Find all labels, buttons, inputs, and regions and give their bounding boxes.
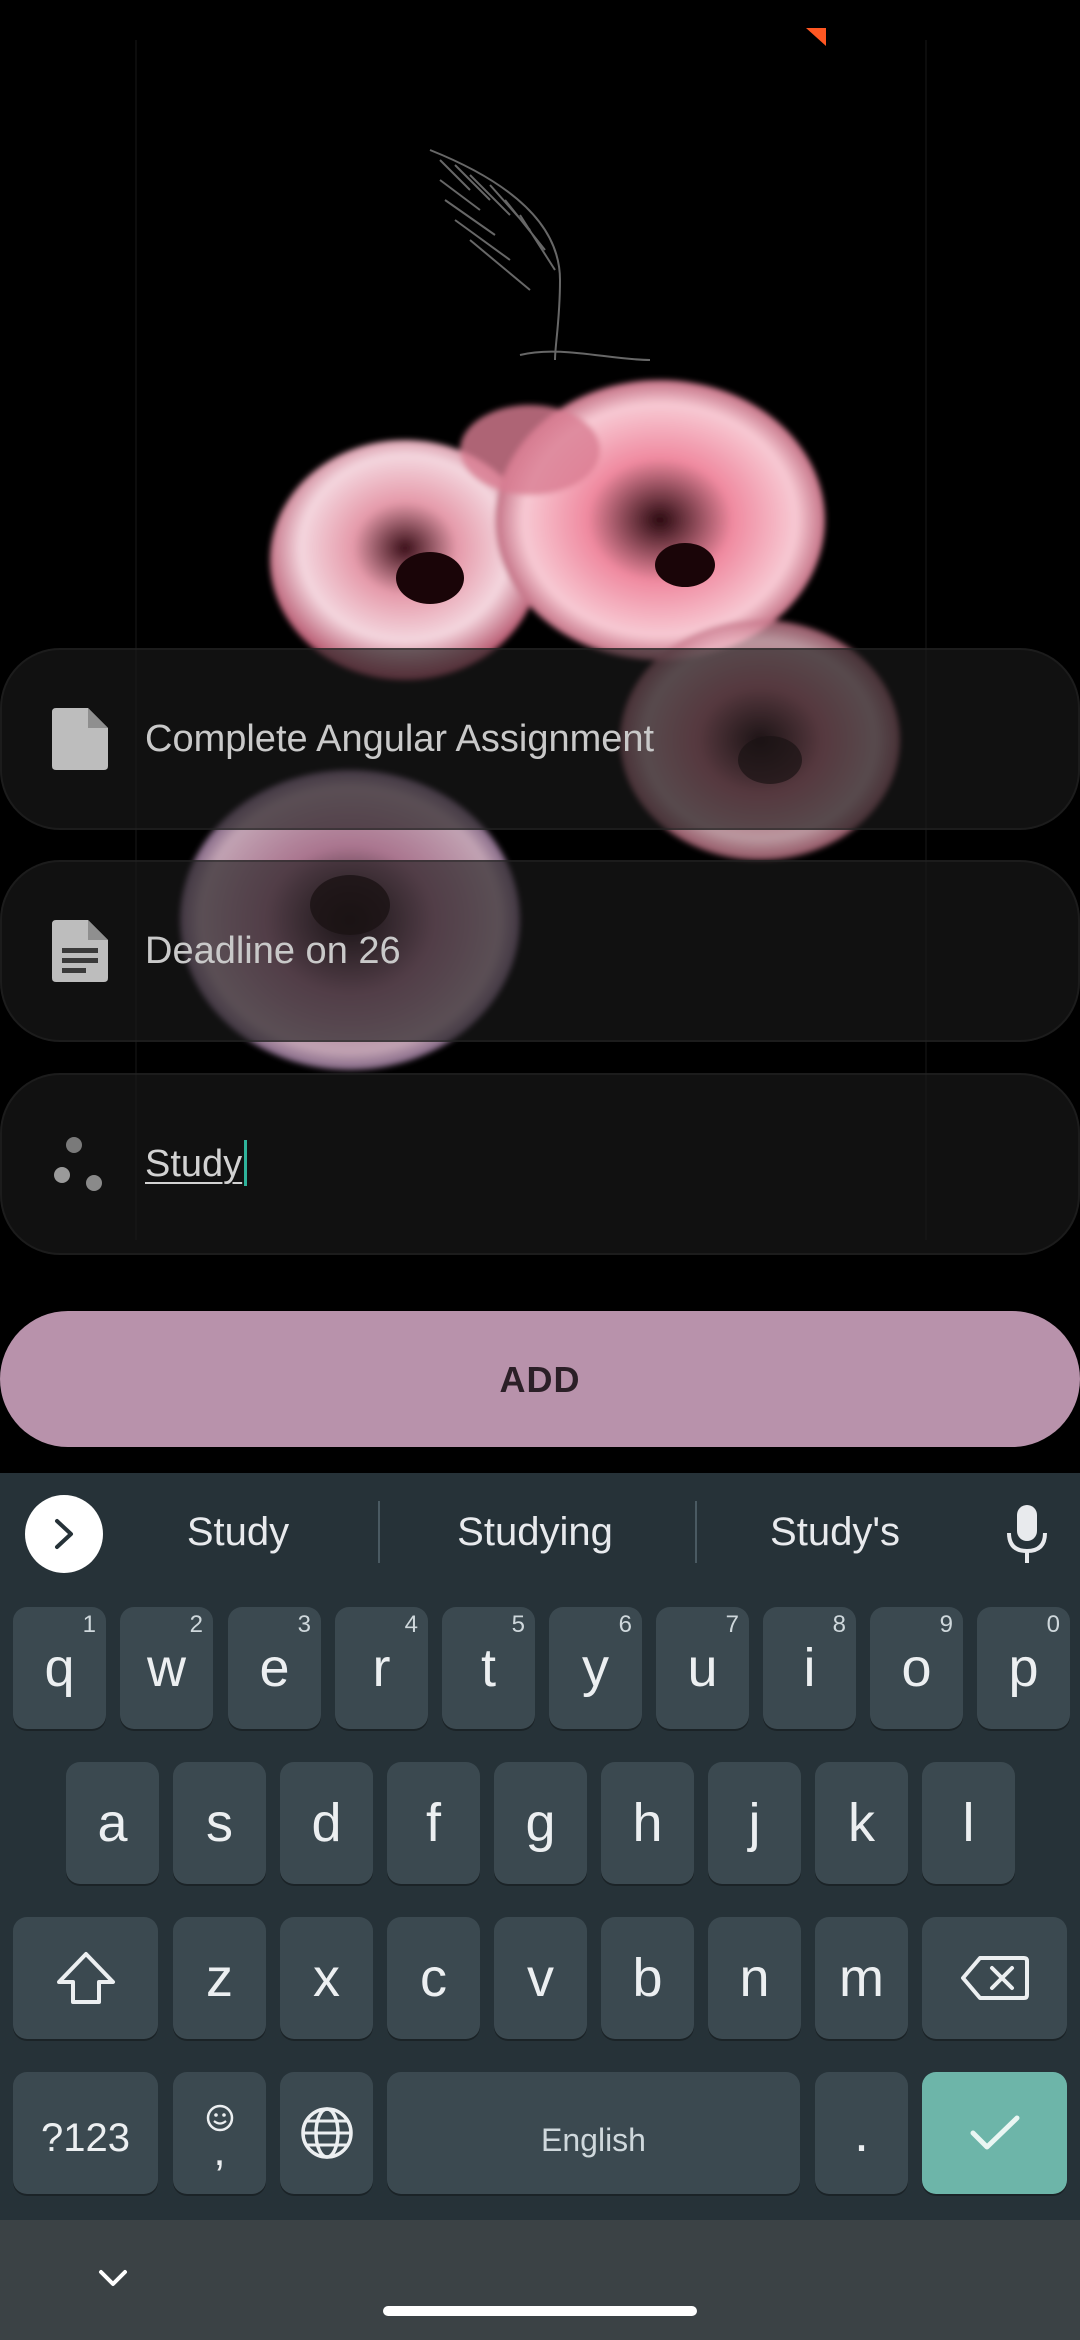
notification-indicator-icon: [806, 28, 826, 46]
add-button[interactable]: ADD: [0, 1311, 1080, 1447]
task-title-value: Complete Angular Assignment: [145, 718, 655, 760]
hide-keyboard-chevron-icon[interactable]: [96, 2250, 130, 2310]
task-category-value: Study: [145, 1143, 243, 1185]
key-k[interactable]: k: [815, 1762, 908, 1884]
toolbar-expand-button[interactable]: [25, 1495, 103, 1573]
space-key[interactable]: English: [387, 2072, 800, 2194]
task-category-input[interactable]: Study: [145, 1073, 248, 1255]
suggestion-bar: Study Studying Study's: [0, 1473, 1080, 1591]
soft-keyboard: Study Studying Study's q1 w2 e3 r4 t5 y6…: [0, 1473, 1080, 2220]
symbols-key[interactable]: ?123: [13, 2072, 158, 2194]
key-h[interactable]: h: [601, 1762, 694, 1884]
home-gesture-handle[interactable]: [383, 2306, 697, 2316]
microphone-icon[interactable]: [1004, 1505, 1050, 1565]
key-v[interactable]: v: [494, 1917, 587, 2039]
key-l[interactable]: l: [922, 1762, 1015, 1884]
key-y[interactable]: y6: [549, 1607, 642, 1729]
key-z[interactable]: z: [173, 1917, 266, 2039]
key-m[interactable]: m: [815, 1917, 908, 2039]
note-icon: [52, 708, 108, 770]
key-j[interactable]: j: [708, 1762, 801, 1884]
shift-key[interactable]: [13, 1917, 158, 2039]
globe-icon: [300, 2107, 353, 2159]
key-d[interactable]: d: [280, 1762, 373, 1884]
notes-lines-icon: [52, 920, 108, 982]
suggestion-divider: [378, 1501, 380, 1563]
enter-key[interactable]: [922, 2072, 1067, 2194]
key-q[interactable]: q1: [13, 1607, 106, 1729]
key-p[interactable]: p0: [977, 1607, 1070, 1729]
key-o[interactable]: o9: [870, 1607, 963, 1729]
checkmark-icon: [970, 2115, 1019, 2150]
key-i[interactable]: i8: [763, 1607, 856, 1729]
key-w[interactable]: w2: [120, 1607, 213, 1729]
emoji-comma-key[interactable]: ,: [173, 2072, 266, 2194]
task-category-field[interactable]: Study: [0, 1073, 1080, 1255]
task-description-value: Deadline on 26: [145, 930, 401, 972]
period-key[interactable]: .: [815, 2072, 908, 2194]
key-u[interactable]: u7: [656, 1607, 749, 1729]
backspace-key[interactable]: [922, 1917, 1067, 2039]
chevron-right-icon: [55, 1519, 73, 1549]
text-caret: [244, 1139, 248, 1186]
language-key[interactable]: [280, 2072, 373, 2194]
key-e[interactable]: e3: [228, 1607, 321, 1729]
key-g[interactable]: g: [494, 1762, 587, 1884]
key-b[interactable]: b: [601, 1917, 694, 2039]
category-dots-icon: [54, 1137, 102, 1191]
key-a[interactable]: a: [66, 1762, 159, 1884]
task-description-field[interactable]: Deadline on 26: [0, 860, 1080, 1042]
task-title-field[interactable]: Complete Angular Assignment: [0, 648, 1080, 830]
key-n[interactable]: n: [708, 1917, 801, 2039]
suggestion-divider: [695, 1501, 697, 1563]
suggestion-3[interactable]: Study's: [718, 1473, 952, 1591]
key-f[interactable]: f: [387, 1762, 480, 1884]
suggestion-1[interactable]: Study: [120, 1473, 356, 1591]
key-r[interactable]: r4: [335, 1607, 428, 1729]
key-s[interactable]: s: [173, 1762, 266, 1884]
shift-icon: [56, 1952, 115, 2004]
suggestion-2[interactable]: Studying: [400, 1473, 670, 1591]
system-navigation-bar: [0, 2220, 1080, 2340]
key-t[interactable]: t5: [442, 1607, 535, 1729]
key-c[interactable]: c: [387, 1917, 480, 2039]
key-x[interactable]: x: [280, 1917, 373, 2039]
backspace-icon: [960, 1956, 1029, 2000]
